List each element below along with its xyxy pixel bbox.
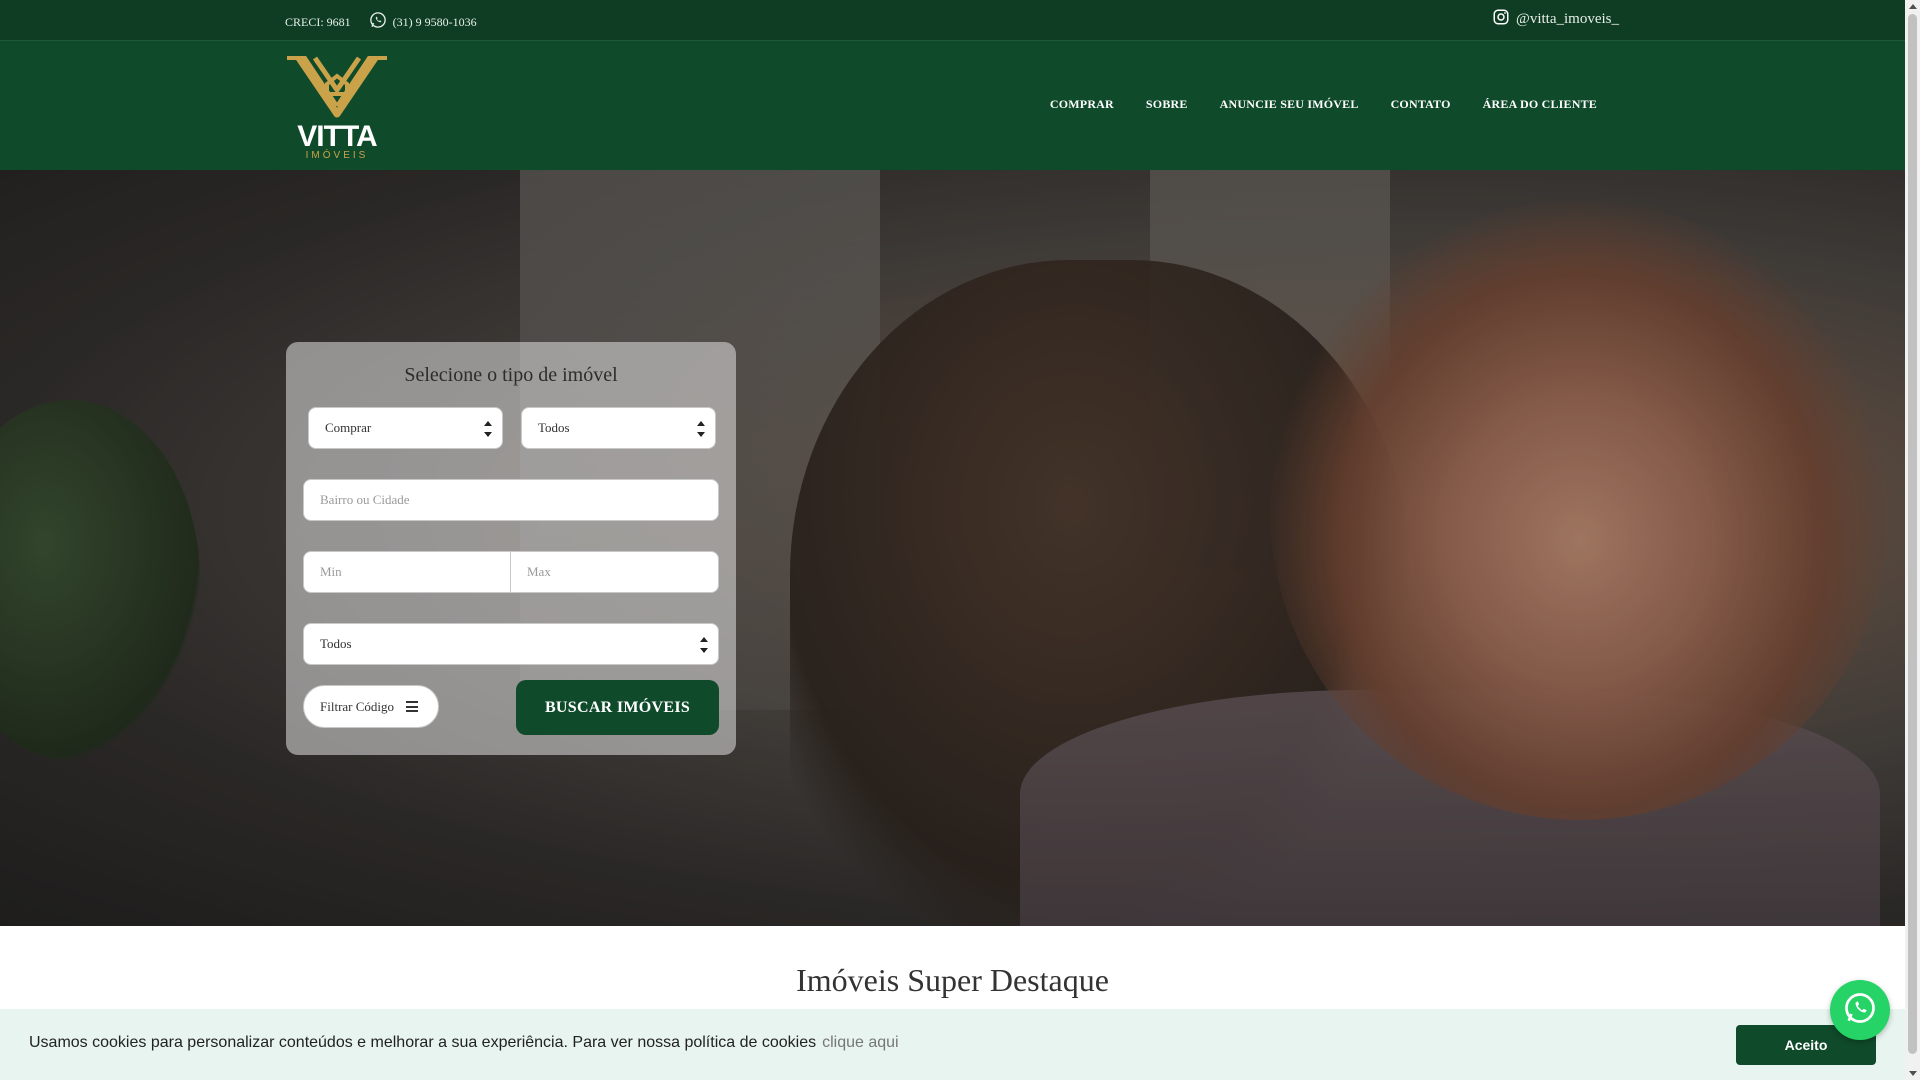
scrollbar-thumb[interactable]	[1908, 14, 1917, 1054]
cookie-message-text: Usamos cookies para personalizar conteúd…	[29, 1034, 817, 1051]
phone-link[interactable]: (31) 9 9580-1036	[369, 11, 477, 33]
top-bar-left: CRECI: 9681 (31) 9 9580-1036	[285, 11, 477, 33]
search-properties-button[interactable]: BUSCAR IMÓVEIS	[516, 680, 719, 735]
operation-select[interactable]: Comprar	[308, 407, 503, 449]
price-max-placeholder: Max	[527, 564, 551, 579]
site-header: VITTA IMÓVEIS COMPRAR SOBRE ANUNCIE SEU …	[0, 40, 1905, 170]
logo-wordmark: VITTA	[297, 120, 377, 153]
filter-code-label: Filtrar Código	[320, 698, 395, 714]
location-input-placeholder: Bairro ou Cidade	[320, 492, 410, 507]
extra-filter-select-value: Todos	[320, 636, 352, 651]
extra-filter-select[interactable]: Todos	[303, 623, 719, 665]
property-type-select[interactable]: Todos	[521, 407, 716, 449]
instagram-handle: @vitta_imoveis_	[1516, 11, 1619, 27]
scroll-up-icon[interactable]	[1909, 4, 1917, 9]
nav-contato[interactable]: CONTATO	[1391, 97, 1451, 112]
property-search-card: Selecione o tipo de imóvel Comprar Todos…	[286, 342, 736, 755]
cookie-policy-link[interactable]: clique aqui	[822, 1034, 899, 1051]
phone-number: (31) 9 9580-1036	[392, 14, 477, 29]
price-min-input[interactable]: Min	[303, 551, 511, 593]
vitta-logo[interactable]: VITTA IMÓVEIS	[285, 54, 389, 161]
operation-select-value: Comprar	[325, 420, 372, 435]
instagram-icon	[1492, 8, 1510, 31]
nav-area-cliente[interactable]: ÁREA DO CLIENTE	[1483, 97, 1597, 112]
select-arrows-icon	[484, 421, 492, 437]
whatsapp-icon	[1842, 990, 1878, 1031]
scroll-down-icon[interactable]	[1909, 1071, 1917, 1076]
nav-sobre[interactable]: SOBRE	[1146, 97, 1188, 112]
page-scrollbar[interactable]	[1905, 0, 1920, 1080]
nav-anuncie[interactable]: ANUNCIE SEU IMÓVEL	[1220, 97, 1359, 112]
cookie-message: Usamos cookies para personalizar conteúd…	[29, 1034, 899, 1052]
logo-subtitle: IMÓVEIS	[306, 148, 369, 160]
select-arrows-icon	[700, 637, 708, 653]
menu-icon	[406, 701, 419, 712]
price-min-placeholder: Min	[320, 564, 342, 579]
filter-code-button[interactable]: Filtrar Código	[303, 685, 439, 728]
creci-text: CRECI: 9681	[285, 14, 351, 29]
search-card-title: Selecione o tipo de imóvel	[404, 364, 618, 386]
featured-section-title: Imóveis Super Destaque	[796, 962, 1109, 998]
whatsapp-float-button[interactable]	[1830, 980, 1890, 1040]
property-type-select-value: Todos	[538, 420, 570, 435]
instagram-link[interactable]: @vitta_imoveis_	[1492, 8, 1619, 31]
select-arrows-icon	[697, 421, 705, 437]
nav-comprar[interactable]: COMPRAR	[1050, 97, 1114, 112]
top-bar: CRECI: 9681 (31) 9 9580-1036 @vitta_imov…	[0, 0, 1905, 40]
price-max-input[interactable]: Max	[510, 551, 719, 593]
cookie-banner: Usamos cookies para personalizar conteúd…	[0, 1009, 1905, 1080]
main-nav: COMPRAR SOBRE ANUNCIE SEU IMÓVEL CONTATO…	[1050, 97, 1597, 112]
whatsapp-icon	[369, 11, 387, 33]
location-input[interactable]: Bairro ou Cidade	[303, 479, 719, 521]
